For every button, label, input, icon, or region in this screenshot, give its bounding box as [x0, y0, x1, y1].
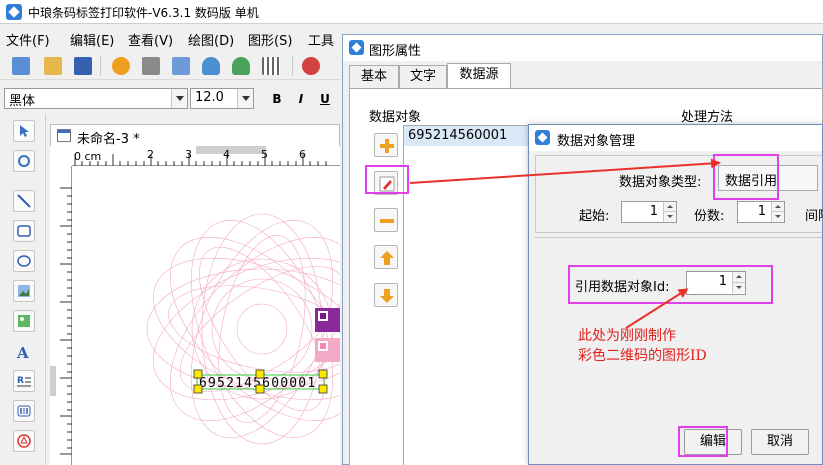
annotation-line-1: 此处为刚刚制作: [578, 328, 676, 344]
annotation-note: 此处为刚刚制作 彩色二维码的图形ID: [578, 326, 707, 366]
arrow-to-reference-id: [625, 288, 689, 329]
arrow-to-type-field: [409, 158, 721, 184]
annotation-arrows: [409, 158, 721, 329]
annotation-line-2: 彩色二维码的图形ID: [578, 348, 707, 364]
